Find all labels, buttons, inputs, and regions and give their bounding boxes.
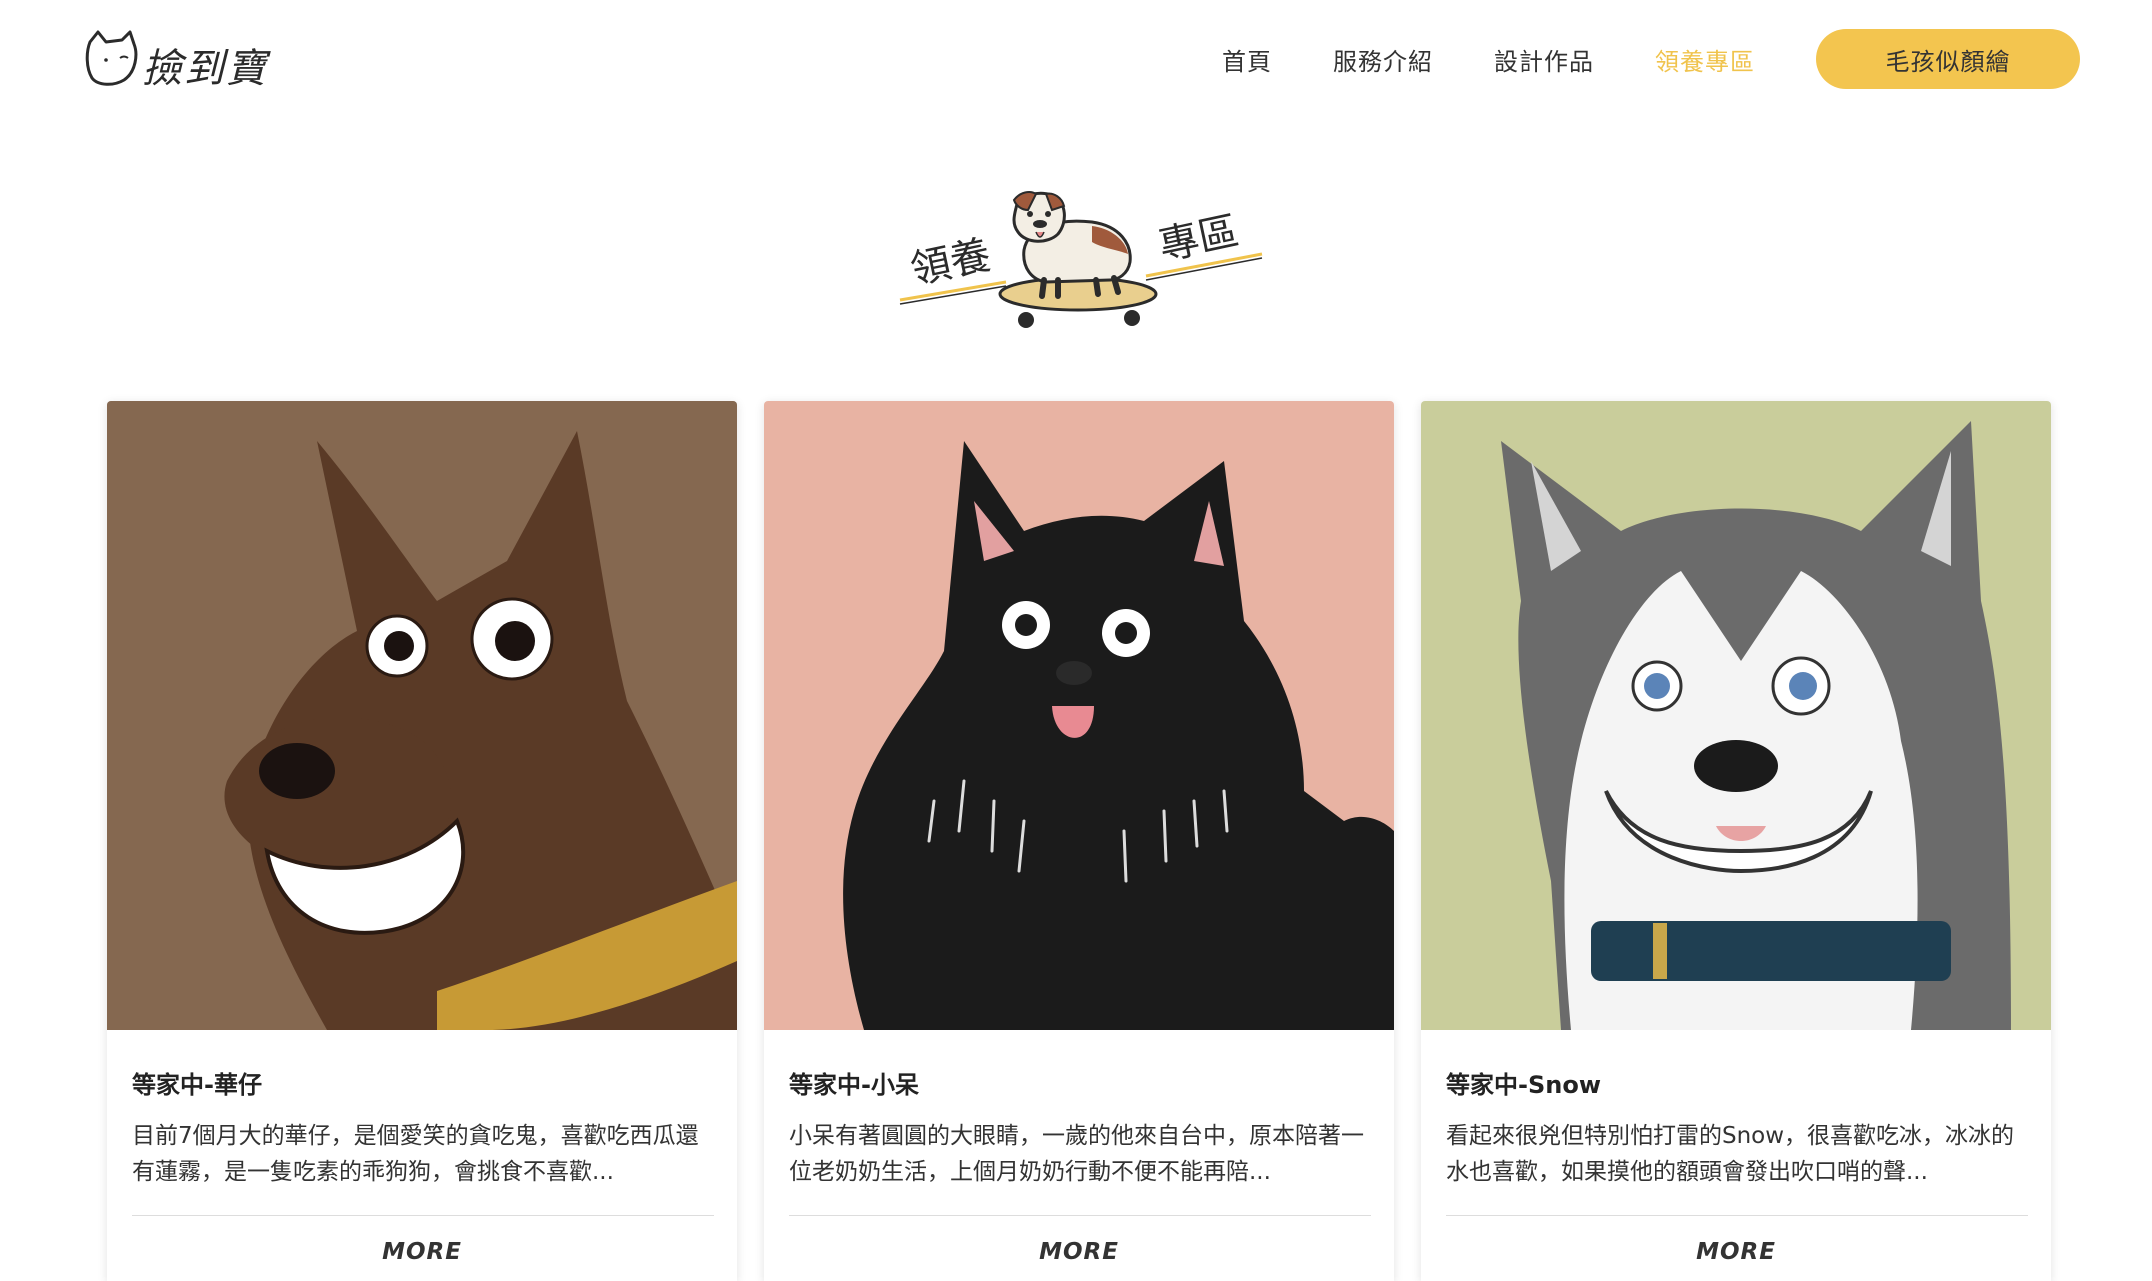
card-description: 小呆有著圓圓的大眼睛，一歲的他來自台中，原本陪著一位老奶奶生活，上個月奶奶行動不… xyxy=(789,1123,1364,1185)
main-nav: 首頁 服務介紹 設計作品 領養專區 毛孩似顏繪 xyxy=(1222,0,2152,118)
dog-portrait-xiao-dai[interactable] xyxy=(764,401,1394,1030)
logo-text: 撿到寶 xyxy=(142,46,268,92)
adoption-card[interactable]: 等家中-Snow 看起來很兇但特別怕打雷的Snow，很喜歡吃冰，冰冰的水也喜歡，… xyxy=(1421,401,2051,1281)
site-header: 撿到寶 首頁 服務介紹 設計作品 領養專區 毛孩似顏繪 xyxy=(0,0,2152,118)
card-divider xyxy=(789,1215,1371,1216)
more-link[interactable]: MORE xyxy=(1421,1239,2051,1265)
card-title: 等家中-Snow xyxy=(1446,1071,1601,1099)
black-dog-illustration xyxy=(764,401,1394,1030)
brown-dog-illustration xyxy=(107,401,737,1030)
more-link[interactable]: MORE xyxy=(107,1239,737,1265)
card-divider xyxy=(132,1215,714,1216)
pet-portrait-button[interactable]: 毛孩似顏繪 xyxy=(1816,29,2080,89)
card-description: 目前7個月大的華仔，是個愛笑的貪吃鬼，喜歡吃西瓜還有蓮霧，是一隻吃素的乖狗狗，會… xyxy=(132,1123,699,1185)
adoption-card[interactable]: 等家中-小呆 小呆有著圓圓的大眼睛，一歲的他來自台中，原本陪著一位老奶奶生活，上… xyxy=(764,401,1394,1281)
card-title: 等家中-小呆 xyxy=(789,1071,919,1099)
section-title: 領養 專區 xyxy=(896,188,1266,348)
nav-item-portfolio[interactable]: 設計作品 xyxy=(1494,42,1594,77)
card-description: 看起來很兇但特別怕打雷的Snow，很喜歡吃冰，冰冰的水也喜歡，如果摸他的額頭會發… xyxy=(1446,1123,2015,1185)
adoption-card[interactable]: 等家中-華仔 目前7個月大的華仔，是個愛笑的貪吃鬼，喜歡吃西瓜還有蓮霧，是一隻吃… xyxy=(107,401,737,1281)
dog-portrait-snow[interactable] xyxy=(1421,401,2051,1030)
adoption-card-list: 等家中-華仔 目前7個月大的華仔，是個愛笑的貪吃鬼，喜歡吃西瓜還有蓮霧，是一隻吃… xyxy=(107,401,2051,1281)
nav-item-adoption[interactable]: 領養專區 xyxy=(1655,42,1755,77)
card-title: 等家中-華仔 xyxy=(132,1071,262,1099)
more-link[interactable]: MORE xyxy=(764,1239,1394,1265)
husky-illustration xyxy=(1421,401,2051,1030)
card-divider xyxy=(1446,1215,2028,1216)
site-logo[interactable]: 撿到寶 xyxy=(84,28,274,92)
nav-item-services[interactable]: 服務介紹 xyxy=(1333,42,1433,77)
dog-portrait-hua-zai[interactable] xyxy=(107,401,737,1030)
nav-item-home[interactable]: 首頁 xyxy=(1222,42,1272,77)
